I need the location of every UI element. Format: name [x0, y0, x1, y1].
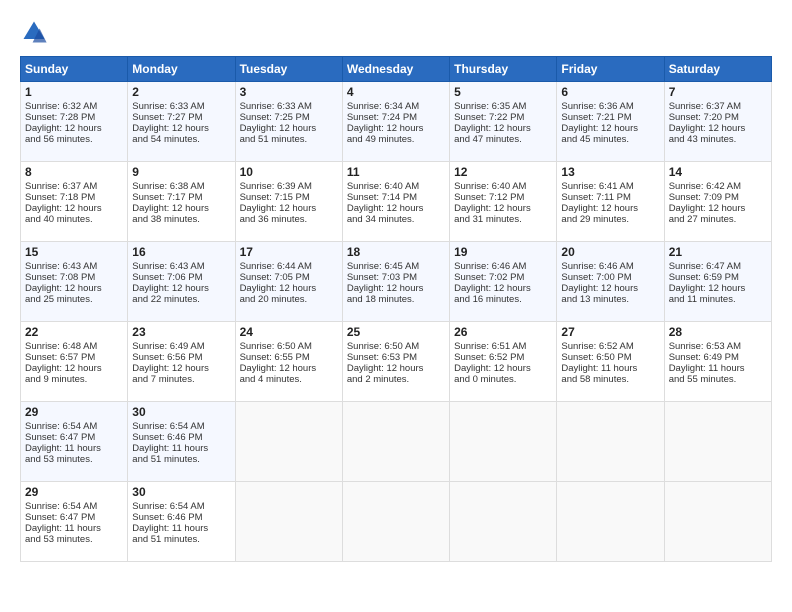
- table-row: 14Sunrise: 6:42 AMSunset: 7:09 PMDayligh…: [664, 162, 771, 242]
- table-row: [235, 482, 342, 562]
- logo-icon: [20, 18, 48, 46]
- table-row: [342, 402, 449, 482]
- table-row: 21Sunrise: 6:47 AMSunset: 6:59 PMDayligh…: [664, 242, 771, 322]
- table-row: 11Sunrise: 6:40 AMSunset: 7:14 PMDayligh…: [342, 162, 449, 242]
- table-row: [450, 402, 557, 482]
- header-row: Sunday Monday Tuesday Wednesday Thursday…: [21, 57, 772, 82]
- table-row: 20Sunrise: 6:46 AMSunset: 7:00 PMDayligh…: [557, 242, 664, 322]
- header: [20, 18, 772, 46]
- table-row: [557, 482, 664, 562]
- table-row: [557, 402, 664, 482]
- table-row: 10Sunrise: 6:39 AMSunset: 7:15 PMDayligh…: [235, 162, 342, 242]
- col-wednesday: Wednesday: [342, 57, 449, 82]
- table-row: [450, 482, 557, 562]
- table-row: 2Sunrise: 6:33 AMSunset: 7:27 PMDaylight…: [128, 82, 235, 162]
- calendar-table: Sunday Monday Tuesday Wednesday Thursday…: [20, 56, 772, 562]
- table-row: 30Sunrise: 6:54 AMSunset: 6:46 PMDayligh…: [128, 482, 235, 562]
- table-row: 12Sunrise: 6:40 AMSunset: 7:12 PMDayligh…: [450, 162, 557, 242]
- table-row: 9Sunrise: 6:38 AMSunset: 7:17 PMDaylight…: [128, 162, 235, 242]
- col-thursday: Thursday: [450, 57, 557, 82]
- table-row: 30Sunrise: 6:54 AMSunset: 6:46 PMDayligh…: [128, 402, 235, 482]
- table-row: 29Sunrise: 6:54 AMSunset: 6:47 PMDayligh…: [21, 402, 128, 482]
- logo: [20, 18, 50, 46]
- table-row: 19Sunrise: 6:46 AMSunset: 7:02 PMDayligh…: [450, 242, 557, 322]
- table-row: 13Sunrise: 6:41 AMSunset: 7:11 PMDayligh…: [557, 162, 664, 242]
- col-friday: Friday: [557, 57, 664, 82]
- table-row: 3Sunrise: 6:33 AMSunset: 7:25 PMDaylight…: [235, 82, 342, 162]
- table-row: [342, 482, 449, 562]
- table-row: 22Sunrise: 6:48 AMSunset: 6:57 PMDayligh…: [21, 322, 128, 402]
- table-row: 16Sunrise: 6:43 AMSunset: 7:06 PMDayligh…: [128, 242, 235, 322]
- table-row: 26Sunrise: 6:51 AMSunset: 6:52 PMDayligh…: [450, 322, 557, 402]
- table-row: 27Sunrise: 6:52 AMSunset: 6:50 PMDayligh…: [557, 322, 664, 402]
- col-tuesday: Tuesday: [235, 57, 342, 82]
- table-row: 29Sunrise: 6:54 AMSunset: 6:47 PMDayligh…: [21, 482, 128, 562]
- table-row: 18Sunrise: 6:45 AMSunset: 7:03 PMDayligh…: [342, 242, 449, 322]
- table-row: 23Sunrise: 6:49 AMSunset: 6:56 PMDayligh…: [128, 322, 235, 402]
- col-sunday: Sunday: [21, 57, 128, 82]
- table-row: 1Sunrise: 6:32 AMSunset: 7:28 PMDaylight…: [21, 82, 128, 162]
- col-saturday: Saturday: [664, 57, 771, 82]
- table-row: [235, 402, 342, 482]
- calendar-body: 1Sunrise: 6:32 AMSunset: 7:28 PMDaylight…: [21, 82, 772, 562]
- table-row: 28Sunrise: 6:53 AMSunset: 6:49 PMDayligh…: [664, 322, 771, 402]
- table-row: [664, 482, 771, 562]
- table-row: 6Sunrise: 6:36 AMSunset: 7:21 PMDaylight…: [557, 82, 664, 162]
- table-row: 15Sunrise: 6:43 AMSunset: 7:08 PMDayligh…: [21, 242, 128, 322]
- table-row: 25Sunrise: 6:50 AMSunset: 6:53 PMDayligh…: [342, 322, 449, 402]
- table-row: 17Sunrise: 6:44 AMSunset: 7:05 PMDayligh…: [235, 242, 342, 322]
- page: Sunday Monday Tuesday Wednesday Thursday…: [0, 0, 792, 612]
- table-row: 5Sunrise: 6:35 AMSunset: 7:22 PMDaylight…: [450, 82, 557, 162]
- table-row: 7Sunrise: 6:37 AMSunset: 7:20 PMDaylight…: [664, 82, 771, 162]
- col-monday: Monday: [128, 57, 235, 82]
- table-row: 8Sunrise: 6:37 AMSunset: 7:18 PMDaylight…: [21, 162, 128, 242]
- table-row: [664, 402, 771, 482]
- table-row: 4Sunrise: 6:34 AMSunset: 7:24 PMDaylight…: [342, 82, 449, 162]
- table-row: 24Sunrise: 6:50 AMSunset: 6:55 PMDayligh…: [235, 322, 342, 402]
